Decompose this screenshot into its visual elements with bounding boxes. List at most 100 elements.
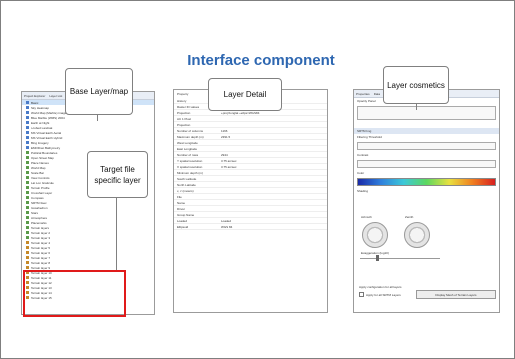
color-label: Color: [357, 171, 365, 175]
tif-icon: [26, 251, 29, 254]
map-icon: [26, 141, 29, 144]
map-icon: [26, 131, 29, 134]
tab-layer-list[interactable]: Layer List: [49, 94, 62, 98]
layer-icon: [26, 216, 29, 219]
layer-row-label: Terrain layer 2: [31, 230, 51, 235]
layer-row-label: Terrain layer 7: [31, 255, 51, 260]
exaggeration-thumb[interactable]: [376, 255, 379, 261]
tab-data[interactable]: Data: [374, 92, 380, 96]
filter-label: Filtering Threshold: [357, 135, 382, 139]
layer-row-label: Earth at Night: [31, 120, 50, 125]
azimuth-dial[interactable]: [362, 222, 388, 248]
tif-icon: [26, 241, 29, 244]
layer-cosmetics-panel: Properties Data Opacity Panel SRTM Img F…: [353, 89, 500, 313]
layer-row-label: Terrain layer 5: [31, 245, 51, 250]
layer-icon: [26, 186, 29, 189]
property-key: Maximum depth (m): [177, 134, 204, 139]
layer-icon: [26, 201, 29, 204]
map-icon: [26, 136, 29, 139]
apply-checkbox[interactable]: Apply for all SRTM Layers: [356, 291, 404, 298]
exaggeration-label: Exaggeration (log10): [361, 251, 389, 255]
contrast-field[interactable]: [357, 160, 496, 168]
layer-row-label: Placemarks: [31, 220, 47, 225]
layer-icon: [26, 176, 29, 179]
property-key: Group Name: [177, 212, 195, 217]
layer-row-label: Stars: [31, 210, 39, 215]
property-value: 2391.5: [221, 134, 231, 139]
map-icon: [26, 126, 29, 129]
layer-row-label: World Map (Marble) image: [31, 110, 67, 115]
property-value: WGS 84: [221, 224, 233, 229]
layer-icon: [26, 191, 29, 194]
layer-row-label: Terrain Profile: [31, 185, 50, 190]
layer-detail-panel: Property History Raster ID values Projecti…: [173, 89, 328, 313]
layer-row-label: Compass: [31, 195, 44, 200]
filter-field[interactable]: [357, 142, 496, 150]
layer-icon: [26, 151, 29, 154]
layer-row-label: MS Virtual Earth Hybrid: [31, 135, 63, 140]
callout-target-file: Target file specific layer: [87, 151, 148, 198]
tif-icon: [26, 256, 29, 259]
apply-label: Apply configuration for all layers: [359, 285, 402, 289]
map-icon: [26, 116, 29, 119]
layer-icon: [26, 181, 29, 184]
layer-icon: [26, 211, 29, 214]
property-key: Y spatial resolution: [177, 158, 203, 163]
exaggeration-slider[interactable]: [360, 258, 440, 259]
property-value: 3.75 arcsec: [221, 164, 237, 169]
layer-row-label: View Controls: [31, 175, 50, 180]
shading-label: Shading: [357, 189, 369, 193]
layer-row-label: MS Virtual Earth Aerial: [31, 130, 62, 135]
property-key: Number of rows: [177, 152, 199, 157]
layer-row-label: EMODnet Bathymetry: [31, 145, 61, 150]
callout-layer-detail: Layer Detail: [208, 78, 282, 111]
callout-base-layer: Base Layer/map: [65, 68, 133, 115]
tif-icon: [26, 266, 29, 269]
layer-icon: [26, 196, 29, 199]
property-key: North Latitude: [177, 182, 196, 187]
layer-row-label: Bing Imagery: [31, 140, 49, 145]
property-value: +proj=longlat +ellps=WGS84: [221, 110, 260, 115]
slide: Interface component Project Explorer Lay…: [0, 0, 515, 359]
layer-icon: [26, 236, 29, 239]
layer-row-label: Terrain layer 9: [31, 265, 51, 270]
layer-icon: [26, 166, 29, 169]
property-key: Projection: [177, 122, 191, 127]
tif-icon: [26, 246, 29, 249]
layer-row-label: SRTM 3sec: [31, 200, 47, 205]
layer-icon: [26, 156, 29, 159]
property-key: Number of columns: [177, 128, 204, 133]
layer-icon: [26, 226, 29, 229]
target-layers-highlight: [23, 270, 126, 317]
layer-row-label: Scale Bar: [31, 170, 45, 175]
layer-icon: [26, 206, 29, 209]
layer-row-label: Crosshair Layer: [31, 190, 53, 195]
layer-icon: [26, 161, 29, 164]
layer-row-label: World Map: [31, 165, 46, 170]
tab-properties[interactable]: Properties: [356, 92, 370, 96]
property-key: Name: [177, 200, 186, 205]
property-key: File: [177, 194, 182, 199]
color-ramp[interactable]: [357, 178, 496, 186]
opacity-slider[interactable]: [357, 106, 496, 120]
contrast-label: Contrast: [357, 153, 369, 157]
layer-row-label: Political Boundaries: [31, 150, 58, 155]
tif-icon: [26, 261, 29, 264]
zenith-dial[interactable]: [404, 222, 430, 248]
page-title: Interface component: [187, 52, 335, 69]
property-key: Minimum depth (m): [177, 170, 203, 175]
map-icon: [26, 106, 29, 109]
property-key: East Longitude: [177, 146, 198, 151]
property-key: Projection: [177, 110, 191, 115]
display-mesh-button[interactable]: Display Mesh of Terrain Layers: [416, 290, 496, 299]
layer-row-label: Terrain layers: [31, 225, 50, 230]
property-key: AC 1 Pixel: [177, 116, 192, 121]
zenith-label: Zenith: [405, 215, 414, 219]
property-key: Ellipsoid: [177, 224, 189, 229]
property-key: X spatial resolution: [177, 164, 203, 169]
property-value: 3.75 arcsec: [221, 158, 237, 163]
callout-leader: [116, 196, 117, 270]
azimuth-label: Azimuth: [361, 215, 372, 219]
tab-project-explorer[interactable]: Project Explorer: [24, 94, 45, 98]
layer-row-label: Blue Marble (WMS) 2004: [31, 115, 65, 120]
